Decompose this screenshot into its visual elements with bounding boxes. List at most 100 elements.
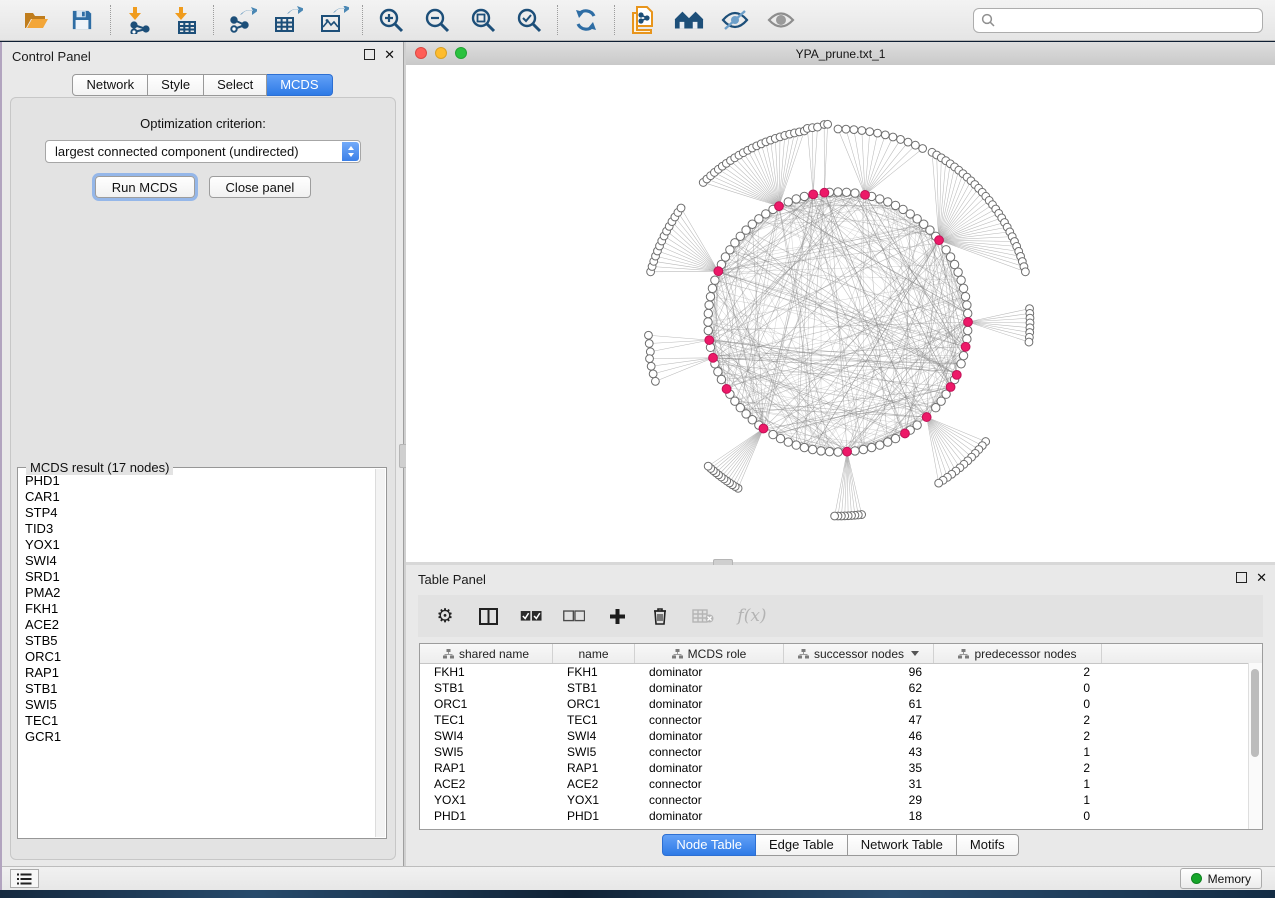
mcds-result-item[interactable]: SWI4 — [25, 553, 375, 569]
memory-button[interactable]: Memory — [1180, 868, 1262, 889]
task-history-button[interactable] — [10, 869, 39, 888]
run-mcds-button[interactable]: Run MCDS — [95, 176, 195, 198]
tab-select[interactable]: Select — [204, 74, 267, 96]
maximize-window-icon[interactable] — [455, 47, 467, 59]
show-details-eye-icon[interactable] — [766, 5, 796, 35]
node-table: shared namenameMCDS rolesuccessor nodesp… — [419, 643, 1263, 830]
tab-network[interactable]: Network — [72, 74, 148, 96]
mcds-result-item[interactable]: PMA2 — [25, 585, 375, 601]
column-header-successor-nodes[interactable]: successor nodes — [784, 644, 934, 663]
float-table-panel-icon[interactable] — [1236, 572, 1247, 583]
close-panel-button[interactable]: Close panel — [209, 176, 312, 198]
select-all-checkboxes-icon[interactable] — [520, 605, 542, 627]
zoom-fit-icon[interactable] — [468, 5, 498, 35]
save-icon[interactable] — [67, 5, 97, 35]
mcds-result-item[interactable]: FKH1 — [25, 601, 375, 617]
network-view-window: YPA_prune.txt_1 — [406, 42, 1275, 562]
table-row[interactable]: ORC1ORC1dominator610 — [420, 696, 1262, 712]
tab-motifs[interactable]: Motifs — [957, 834, 1019, 856]
mcds-result-list[interactable]: PHD1CAR1STP4TID3YOX1SWI4SRD1PMA2FKH1ACE2… — [19, 469, 375, 837]
close-panel-icon[interactable]: ✕ — [384, 50, 395, 60]
export-network-icon[interactable] — [227, 5, 257, 35]
gear-icon[interactable]: ⚙ — [434, 605, 456, 627]
cell-predecessor-nodes: 2 — [934, 729, 1102, 743]
table-row[interactable]: YOX1YOX1connector291 — [420, 792, 1262, 808]
table-row[interactable]: RAP1RAP1dominator352 — [420, 760, 1262, 776]
network-documents-icon[interactable] — [628, 5, 658, 35]
import-table-icon[interactable] — [170, 5, 200, 35]
close-window-icon[interactable] — [415, 47, 427, 59]
criterion-dropdown[interactable]: largest connected component (undirected) — [45, 140, 361, 163]
mcds-result-item[interactable]: STB5 — [25, 633, 375, 649]
two-houses-icon[interactable] — [674, 5, 704, 35]
column-header-MCDS-role[interactable]: MCDS role — [635, 644, 784, 663]
delete-column-icon[interactable] — [649, 605, 671, 627]
mcds-result-item[interactable]: SWI5 — [25, 697, 375, 713]
column-type-icon — [798, 649, 809, 659]
table-scrollbar[interactable] — [1248, 663, 1262, 829]
network-canvas[interactable] — [406, 65, 1275, 562]
mcds-result-item[interactable]: STB1 — [25, 681, 375, 697]
column-type-icon — [672, 649, 683, 659]
open-folder-icon[interactable] — [21, 5, 51, 35]
zoom-selected-icon[interactable] — [514, 5, 544, 35]
import-network-icon[interactable] — [124, 5, 154, 35]
column-header-predecessor-nodes[interactable]: predecessor nodes — [934, 644, 1102, 663]
mcds-result-item[interactable]: TEC1 — [25, 713, 375, 729]
deselect-all-checkboxes-icon[interactable] — [563, 605, 585, 627]
function-builder-icon[interactable]: f(x) — [735, 605, 769, 627]
table-row[interactable]: SWI5SWI5connector431 — [420, 744, 1262, 760]
mcds-result-item[interactable]: GCR1 — [25, 729, 375, 745]
tab-node-table[interactable]: Node Table — [662, 834, 756, 856]
tab-edge-table[interactable]: Edge Table — [756, 834, 848, 856]
optimization-criterion-label: Optimization criterion: — [11, 116, 395, 131]
table-row[interactable]: STB1STB1dominator620 — [420, 680, 1262, 696]
cell-successor-nodes: 61 — [784, 697, 934, 711]
mcds-result-item[interactable]: PHD1 — [25, 473, 375, 489]
delete-table-icon[interactable] — [692, 605, 714, 627]
column-header-shared-name[interactable]: shared name — [420, 644, 553, 663]
mcds-result-item[interactable]: ACE2 — [25, 617, 375, 633]
search-input[interactable] — [1000, 12, 1255, 29]
cell-predecessor-nodes: 2 — [934, 761, 1102, 775]
refresh-icon[interactable] — [571, 5, 601, 35]
mcds-result-item[interactable]: STP4 — [25, 505, 375, 521]
table-row[interactable]: ACE2ACE2connector311 — [420, 776, 1262, 792]
float-panel-icon[interactable] — [364, 49, 375, 60]
control-panel-tabs: NetworkStyleSelectMCDS — [2, 74, 403, 96]
view-group — [615, 5, 809, 35]
search-box[interactable] — [973, 8, 1263, 33]
tab-mcds[interactable]: MCDS — [267, 74, 332, 96]
zoom-in-icon[interactable] — [376, 5, 406, 35]
cell-predecessor-nodes: 2 — [934, 665, 1102, 679]
table-row[interactable]: FKH1FKH1dominator962 — [420, 664, 1262, 680]
export-table-icon[interactable] — [273, 5, 303, 35]
tab-network-table[interactable]: Network Table — [848, 834, 957, 856]
table-scrollbar-thumb[interactable] — [1251, 669, 1259, 757]
hide-details-eye-icon[interactable] — [720, 5, 750, 35]
table-row[interactable]: SWI4SWI4dominator462 — [420, 728, 1262, 744]
table-row[interactable]: TEC1TEC1connector472 — [420, 712, 1262, 728]
cell-predecessor-nodes: 2 — [934, 713, 1102, 727]
tab-style[interactable]: Style — [148, 74, 204, 96]
column-layout-icon[interactable] — [477, 605, 499, 627]
mcds-result-item[interactable]: RAP1 — [25, 665, 375, 681]
cell-successor-nodes: 43 — [784, 745, 934, 759]
export-image-icon[interactable] — [319, 5, 349, 35]
zoom-out-icon[interactable] — [422, 5, 452, 35]
add-column-icon[interactable] — [606, 605, 628, 627]
mcds-result-item[interactable]: YOX1 — [25, 537, 375, 553]
network-window-titlebar[interactable]: YPA_prune.txt_1 — [406, 42, 1275, 66]
cell-MCDS-role: dominator — [635, 809, 784, 823]
minimize-window-icon[interactable] — [435, 47, 447, 59]
mcds-list-scrollbar[interactable] — [375, 469, 385, 837]
table-row[interactable]: PHD1PHD1dominator180 — [420, 808, 1262, 824]
column-header-name[interactable]: name — [553, 644, 635, 663]
mcds-result-item[interactable]: TID3 — [25, 521, 375, 537]
mcds-result-item[interactable]: CAR1 — [25, 489, 375, 505]
table-tabs: Node TableEdge TableNetwork TableMotifs — [406, 834, 1275, 856]
cell-shared-name: SWI4 — [420, 729, 553, 743]
close-table-panel-icon[interactable]: ✕ — [1256, 573, 1267, 583]
mcds-result-item[interactable]: ORC1 — [25, 649, 375, 665]
mcds-result-item[interactable]: SRD1 — [25, 569, 375, 585]
